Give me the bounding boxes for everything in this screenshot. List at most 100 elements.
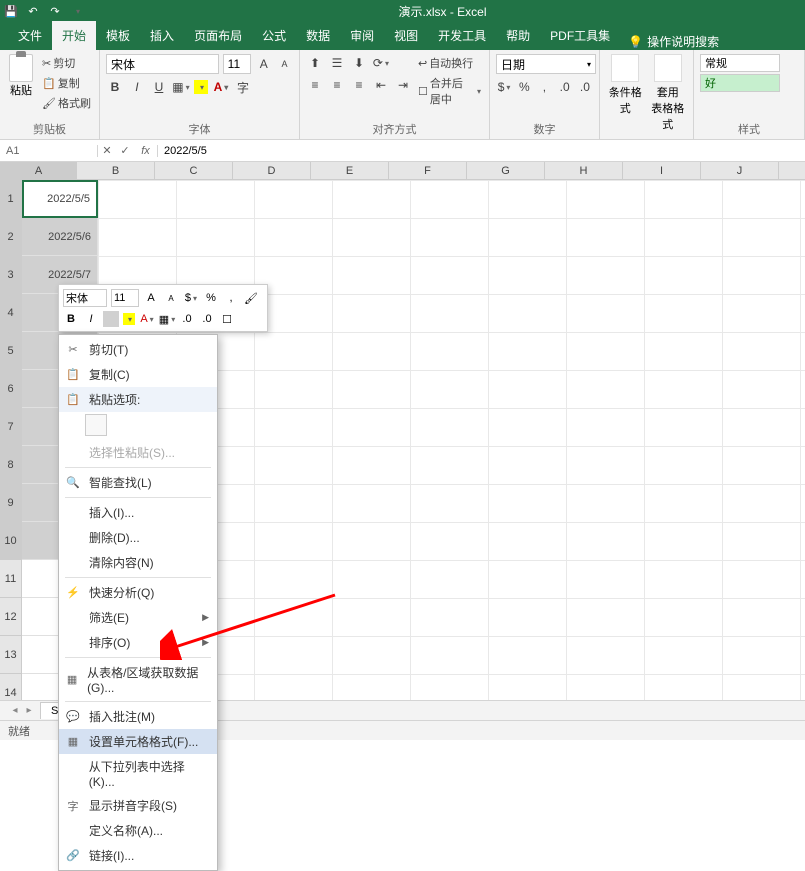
col-header-F[interactable]: F xyxy=(389,162,467,179)
mini-fill-button[interactable] xyxy=(103,311,119,327)
tab-file[interactable]: 文件 xyxy=(8,21,52,50)
font-name-select[interactable]: 宋体 xyxy=(106,54,219,74)
align-left-icon[interactable]: ≡ xyxy=(306,76,324,94)
col-header-K[interactable]: K xyxy=(779,162,805,179)
increase-decimal-icon[interactable]: .0 xyxy=(557,78,573,96)
tab-data[interactable]: 数据 xyxy=(296,21,340,50)
cut-button[interactable]: ✂剪切 xyxy=(40,54,93,72)
cell-A1[interactable]: 2022/5/5 xyxy=(22,180,98,218)
sheet-nav-prev-icon[interactable]: ◂ xyxy=(8,705,22,716)
cell-A2[interactable]: 2022/5/6 xyxy=(22,218,98,256)
orientation-icon[interactable]: ⟳ xyxy=(372,54,390,72)
menu-smart-lookup[interactable]: 🔍智能查找(L) xyxy=(59,470,217,495)
tab-home[interactable]: 开始 xyxy=(52,21,96,50)
style-normal[interactable]: 常规 xyxy=(700,54,780,72)
redo-icon[interactable]: ↷ xyxy=(48,4,62,18)
tab-view[interactable]: 视图 xyxy=(384,21,428,50)
mini-font-color-icon[interactable]: A xyxy=(139,311,155,327)
number-format-select[interactable]: 日期▾ xyxy=(496,54,596,74)
formula-input[interactable]: 2022/5/5 xyxy=(158,145,805,157)
mini-format-painter-icon[interactable]: 🖌 xyxy=(243,290,259,306)
col-header-D[interactable]: D xyxy=(233,162,311,179)
conditional-format-button[interactable]: 条件格式 xyxy=(606,54,645,116)
row-header-1[interactable]: 1 xyxy=(0,180,22,218)
align-bottom-icon[interactable]: ⬇ xyxy=(350,54,368,72)
currency-icon[interactable]: $ xyxy=(496,78,512,96)
tab-pdf[interactable]: PDF工具集 xyxy=(540,21,620,50)
decrease-decimal-icon[interactable]: .0 xyxy=(577,78,593,96)
row-header-13[interactable]: 13 xyxy=(0,636,22,674)
align-center-icon[interactable]: ≡ xyxy=(328,76,346,94)
row-header-2[interactable]: 2 xyxy=(0,218,22,256)
percent-icon[interactable]: % xyxy=(516,78,532,96)
mini-size-select[interactable]: 11 xyxy=(111,289,139,307)
mini-decimal-dec-icon[interactable]: .0 xyxy=(199,311,215,327)
font-color-button[interactable]: A xyxy=(212,78,230,96)
row-header-5[interactable]: 5 xyxy=(0,332,22,370)
paste-default-icon[interactable] xyxy=(85,414,107,436)
col-header-C[interactable]: C xyxy=(155,162,233,179)
italic-button[interactable]: I xyxy=(128,78,146,96)
decrease-font-icon[interactable]: A xyxy=(276,55,293,73)
mini-border-icon[interactable]: ▦ xyxy=(159,311,175,327)
confirm-icon[interactable]: ✓ xyxy=(116,144,134,157)
row-header-10[interactable]: 10 xyxy=(0,522,22,560)
mini-decrease-font-icon[interactable]: A xyxy=(163,290,179,306)
qat-dropdown-icon[interactable] xyxy=(70,4,84,18)
comma-icon[interactable]: , xyxy=(536,78,552,96)
menu-quick-analysis[interactable]: ⚡快速分析(Q) xyxy=(59,580,217,605)
col-header-B[interactable]: B xyxy=(77,162,155,179)
cancel-icon[interactable]: ✕ xyxy=(98,144,116,157)
save-icon[interactable]: 💾 xyxy=(4,4,18,18)
row-header-11[interactable]: 11 xyxy=(0,560,22,598)
font-size-select[interactable]: 11 xyxy=(223,54,252,74)
menu-link[interactable]: 🔗链接(I)... xyxy=(59,843,217,868)
align-middle-icon[interactable]: ☰ xyxy=(328,54,346,72)
tab-review[interactable]: 审阅 xyxy=(340,21,384,50)
copy-button[interactable]: 📋复制 xyxy=(40,74,93,92)
menu-format-cells[interactable]: ▦设置单元格格式(F)... xyxy=(59,729,217,754)
menu-get-data[interactable]: ▦从表格/区域获取数据(G)... xyxy=(59,660,217,699)
indent-decrease-icon[interactable]: ⇤ xyxy=(372,76,390,94)
col-header-J[interactable]: J xyxy=(701,162,779,179)
name-box[interactable]: A1 xyxy=(0,145,98,157)
menu-define-name[interactable]: 定义名称(A)... xyxy=(59,818,217,843)
border-button[interactable]: ▦ xyxy=(172,78,190,96)
tab-insert[interactable]: 插入 xyxy=(140,21,184,50)
mini-italic-button[interactable]: I xyxy=(83,311,99,327)
wrap-text-button[interactable]: ↩自动换行 xyxy=(416,54,483,72)
menu-sort[interactable]: 排序(O)▶ xyxy=(59,630,217,655)
mini-font-select[interactable]: 宋体 xyxy=(63,289,107,307)
indent-increase-icon[interactable]: ⇥ xyxy=(394,76,412,94)
merge-center-button[interactable]: ☐合并后居中 xyxy=(416,74,483,108)
col-header-I[interactable]: I xyxy=(623,162,701,179)
bold-button[interactable]: B xyxy=(106,78,124,96)
format-painter-button[interactable]: 🖌格式刷 xyxy=(40,94,93,112)
paste-button[interactable]: 粘贴 xyxy=(6,54,36,98)
mini-percent-icon[interactable]: % xyxy=(203,290,219,306)
sheet-nav-next-icon[interactable]: ▸ xyxy=(22,705,36,716)
style-good[interactable]: 好 xyxy=(700,74,780,92)
tab-layout[interactable]: 页面布局 xyxy=(184,21,252,50)
menu-copy[interactable]: 📋复制(C) xyxy=(59,362,217,387)
tell-me-search[interactable]: 💡 操作说明搜索 xyxy=(628,33,719,50)
phonetic-button[interactable]: 字 xyxy=(234,78,252,96)
menu-delete[interactable]: 删除(D)... xyxy=(59,525,217,550)
underline-button[interactable]: U xyxy=(150,78,168,96)
menu-phonetic[interactable]: 字显示拼音字段(S) xyxy=(59,793,217,818)
tab-dev[interactable]: 开发工具 xyxy=(428,21,496,50)
fx-icon[interactable]: fx xyxy=(134,145,158,157)
col-header-A[interactable]: A xyxy=(1,162,77,179)
tab-formulas[interactable]: 公式 xyxy=(252,21,296,50)
col-header-G[interactable]: G xyxy=(467,162,545,179)
row-header-8[interactable]: 8 xyxy=(0,446,22,484)
align-right-icon[interactable]: ≡ xyxy=(350,76,368,94)
menu-filter[interactable]: 筛选(E)▶ xyxy=(59,605,217,630)
undo-icon[interactable]: ↶ xyxy=(26,4,40,18)
menu-cut[interactable]: ✂剪切(T) xyxy=(59,337,217,362)
menu-insert[interactable]: 插入(I)... xyxy=(59,500,217,525)
menu-pick-list[interactable]: 从下拉列表中选择(K)... xyxy=(59,754,217,793)
mini-fill-color-icon[interactable] xyxy=(123,313,135,325)
mini-increase-font-icon[interactable]: A xyxy=(143,290,159,306)
row-header-7[interactable]: 7 xyxy=(0,408,22,446)
